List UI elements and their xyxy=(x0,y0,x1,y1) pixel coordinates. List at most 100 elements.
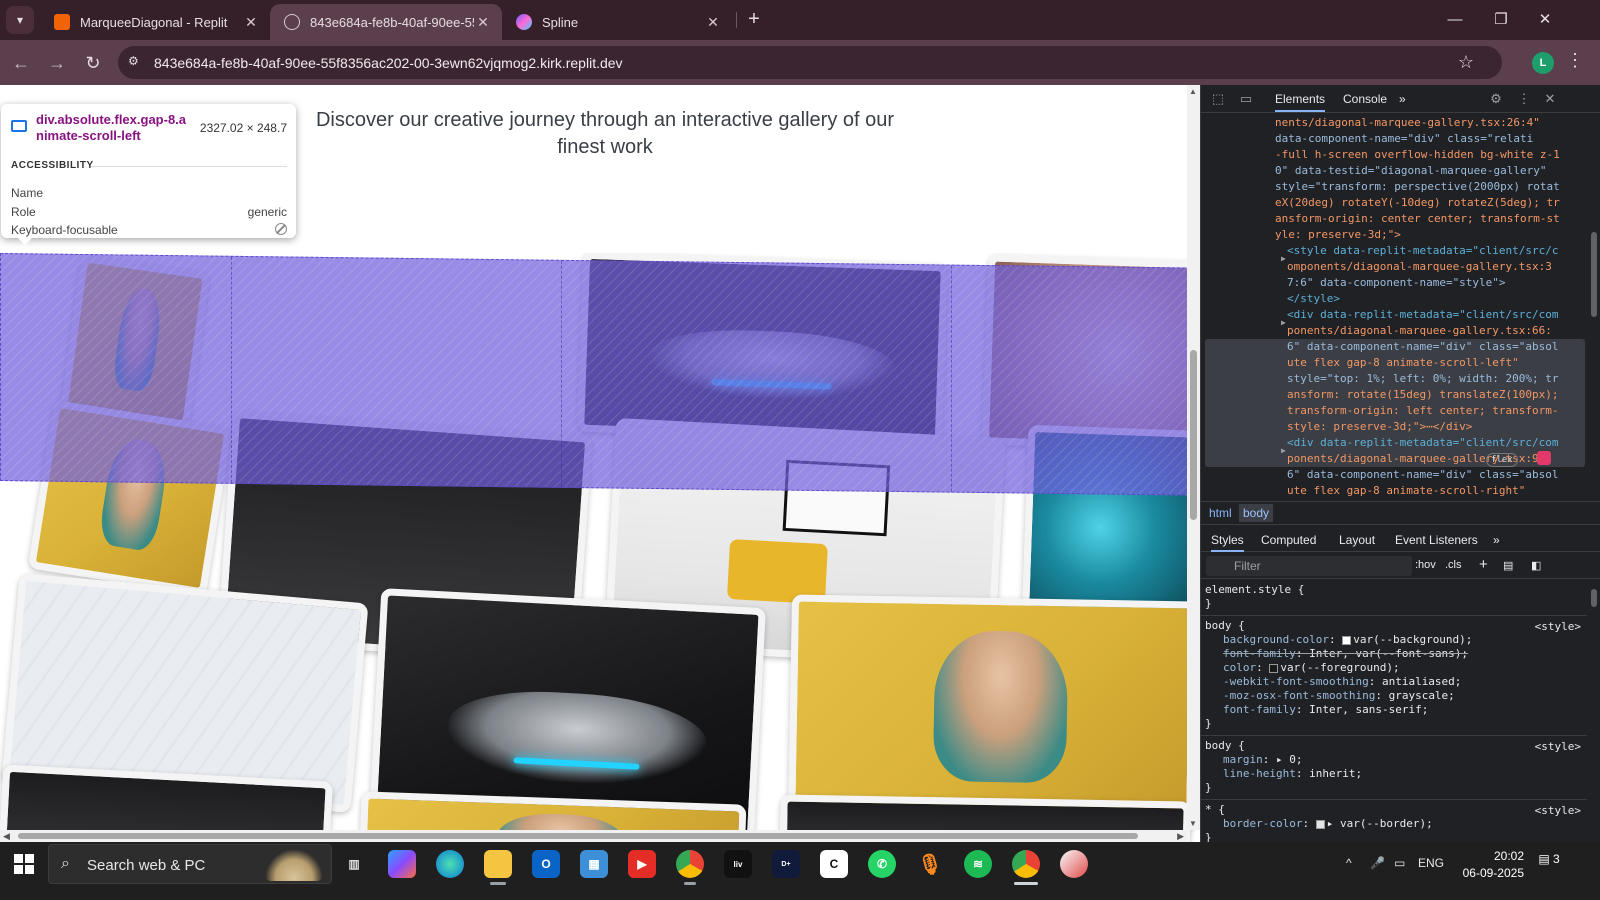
chrome-profile-icon[interactable] xyxy=(1012,850,1040,878)
dom-line[interactable]: omponents/diagonal-marquee-gallery.tsx:3 xyxy=(1287,259,1552,275)
voice-recorder-icon[interactable]: 🎙 xyxy=(916,850,944,878)
close-tab-icon[interactable]: ✕ xyxy=(474,14,492,31)
class-toggle[interactable]: .cls xyxy=(1445,559,1462,571)
address-bar[interactable]: ⚙ 843e684a-fe8b-40af-90ee-55f8356ac202-0… xyxy=(118,46,1502,79)
reload-icon[interactable]: ↻ xyxy=(80,50,106,76)
dom-line[interactable]: transform-origin: left center; transform… xyxy=(1287,403,1559,419)
css-rule[interactable]: * {<style> border-color: ▸ var(--border);… xyxy=(1201,800,1587,842)
restore-button[interactable]: ❐ xyxy=(1486,8,1516,32)
paint-icon[interactable]: ▤ xyxy=(1503,559,1513,572)
close-tab-icon[interactable]: ✕ xyxy=(704,14,722,31)
tab-spline[interactable]: Spline ✕ xyxy=(502,4,732,40)
css-rule[interactable]: element.style {} xyxy=(1201,580,1587,616)
css-selector[interactable]: body { xyxy=(1205,619,1587,633)
dom-line[interactable]: style: preserve-3d;">⋯</div> xyxy=(1287,419,1472,435)
css-declaration[interactable]: line-height: inherit; xyxy=(1205,767,1587,781)
flex-badge[interactable]: flex xyxy=(1486,453,1518,467)
tab-layout[interactable]: Layout xyxy=(1339,533,1375,547)
styles-filter-input[interactable]: Filter xyxy=(1206,556,1412,576)
site-info-icon[interactable]: ⚙ xyxy=(128,54,146,71)
network-icon[interactable]: ▭ xyxy=(1394,856,1405,870)
youtube-icon[interactable]: ▶ xyxy=(628,850,656,878)
task-view-icon[interactable]: ▥ xyxy=(340,850,368,878)
tab-search-button[interactable]: ▾ xyxy=(6,6,34,34)
show-hidden-icons[interactable]: ^ xyxy=(1346,856,1352,870)
edge-icon[interactable] xyxy=(436,850,464,878)
css-declaration[interactable]: color: var(--foreground); xyxy=(1205,661,1587,675)
close-tab-icon[interactable]: ✕ xyxy=(242,14,260,31)
dom-line[interactable]: </style> xyxy=(1287,291,1340,307)
chrome-profile-icon[interactable] xyxy=(676,850,704,878)
tab-event-listeners[interactable]: Event Listeners xyxy=(1395,533,1478,547)
scrollbar-thumb[interactable] xyxy=(1190,350,1197,520)
dom-line[interactable]: nents/diagonal-marquee-gallery.tsx:26:4" xyxy=(1275,115,1540,131)
whatsapp-icon[interactable]: ✆ xyxy=(868,850,896,878)
hover-state-toggle[interactable]: :hov xyxy=(1415,559,1436,571)
css-declaration[interactable]: -webkit-font-smoothing: antialiased; xyxy=(1205,675,1587,689)
expand-arrow-icon[interactable]: ▶ xyxy=(1281,443,1286,459)
dom-line[interactable]: 6" data-component-name="div" class="abso… xyxy=(1287,467,1559,483)
dom-line[interactable]: data-component-name="div" class="relati xyxy=(1275,131,1533,147)
dom-line[interactable]: style="transform: perspective(2000px) ro… xyxy=(1275,179,1560,195)
dom-line[interactable]: style="top: 1%; left: 0%; width: 200%; t… xyxy=(1287,371,1559,387)
dom-line[interactable]: 0" data-testid="diagonal-marquee-gallery… xyxy=(1275,163,1547,179)
bookmark-star-icon[interactable]: ☆ xyxy=(1458,52,1474,73)
css-declaration[interactable]: -moz-osx-font-smoothing: grayscale; xyxy=(1205,689,1587,703)
sonyliv-icon[interactable]: liv xyxy=(724,850,752,878)
scroll-right-icon[interactable]: ▶ xyxy=(1177,831,1184,842)
tab-console[interactable]: Console xyxy=(1343,92,1387,106)
new-rule-button[interactable]: + xyxy=(1479,556,1488,573)
taskbar-search[interactable]: ⌕ Search web & PC xyxy=(48,844,332,884)
dom-line[interactable]: ponents/diagonal-marquee-gallery.tsx:66: xyxy=(1287,323,1552,339)
device-toolbar-icon[interactable]: ▭ xyxy=(1237,91,1255,107)
dom-line[interactable]: 6" data-component-name="div" class="abso… xyxy=(1287,339,1559,355)
css-rule[interactable]: body {<style> background-color: var(--bac… xyxy=(1201,616,1587,736)
breadcrumb-html[interactable]: html xyxy=(1205,506,1236,520)
tab-computed[interactable]: Computed xyxy=(1261,533,1316,547)
dom-line[interactable]: <div data-replit-metadata="client/src/co… xyxy=(1287,307,1559,323)
more-style-tabs-icon[interactable]: » xyxy=(1493,533,1500,547)
tab-styles[interactable]: Styles xyxy=(1211,533,1244,552)
scroll-up-icon[interactable]: ▲ xyxy=(1189,87,1197,96)
expand-arrow-icon[interactable]: ▶ xyxy=(1281,315,1286,331)
dom-line[interactable]: eX(20deg) rotateY(-10deg) rotateZ(5deg);… xyxy=(1275,195,1560,211)
dom-line[interactable]: ansform: rotate(15deg) translateZ(100px)… xyxy=(1287,387,1559,403)
dom-scrollbar[interactable] xyxy=(1589,117,1599,495)
dom-line[interactable]: 7:6" data-component-name="style"> xyxy=(1287,275,1506,291)
file-explorer-icon[interactable] xyxy=(484,850,512,878)
css-declaration[interactable]: font-family: Inter, sans-serif; xyxy=(1205,703,1587,717)
outlook-icon[interactable]: O xyxy=(532,850,560,878)
sidebar-toggle-icon[interactable]: ◧ xyxy=(1531,559,1541,572)
windows-start-icon[interactable] xyxy=(14,854,34,874)
css-source-link[interactable]: <style> xyxy=(1535,740,1581,754)
close-devtools-icon[interactable]: ✕ xyxy=(1541,91,1559,107)
page-vertical-scrollbar[interactable]: ▲ ▼ xyxy=(1187,85,1200,830)
css-source-link[interactable]: <style> xyxy=(1535,804,1581,818)
accessibility-badge-icon[interactable] xyxy=(1537,451,1551,465)
system-clock[interactable]: 20:02 06-09-2025 xyxy=(1458,848,1524,882)
spotify-icon[interactable]: ≋ xyxy=(964,850,992,878)
language-indicator[interactable]: ENG xyxy=(1418,856,1444,870)
styles-scrollbar[interactable] xyxy=(1589,583,1599,838)
dom-line[interactable]: ute flex gap-8 animate-scroll-left" xyxy=(1287,355,1519,371)
minimize-button[interactable]: — xyxy=(1440,8,1470,32)
profile-avatar[interactable]: L xyxy=(1532,52,1554,74)
cineb-icon[interactable]: C xyxy=(820,850,848,878)
expand-arrow-icon[interactable]: ▶ xyxy=(1281,251,1286,267)
dom-line[interactable]: <div data-replit-metadata="client/src/co… xyxy=(1287,435,1559,451)
window-close-button[interactable]: ✕ xyxy=(1530,8,1560,32)
tab-replit[interactable]: MarqueeDiagonal - Replit ✕ xyxy=(40,4,270,40)
copilot-icon[interactable] xyxy=(388,850,416,878)
scrollbar-thumb[interactable] xyxy=(1591,232,1597,317)
dom-line[interactable]: ute flex gap-8 animate-scroll-right" xyxy=(1287,483,1525,499)
css-declaration[interactable]: background-color: var(--background); xyxy=(1205,633,1587,647)
dom-line[interactable]: yle: preserve-3d;"> xyxy=(1275,227,1401,243)
calculator-icon[interactable]: ▦ xyxy=(580,850,608,878)
browser-menu-icon[interactable]: ⋮ xyxy=(1566,50,1584,71)
css-declaration[interactable]: border-color: ▸ var(--border); xyxy=(1205,817,1587,831)
notification-center-icon[interactable]: ▤ 3 xyxy=(1536,852,1562,876)
css-rule[interactable]: body {<style> margin: ▸ 0; line-height: in… xyxy=(1201,736,1587,800)
back-arrow-icon[interactable]: ← xyxy=(8,50,34,76)
tab-preview[interactable]: 843e684a-fe8b-40af-90ee-55f8 ✕ xyxy=(270,4,502,40)
page-horizontal-scrollbar[interactable]: ◀ ▶ xyxy=(0,830,1187,842)
